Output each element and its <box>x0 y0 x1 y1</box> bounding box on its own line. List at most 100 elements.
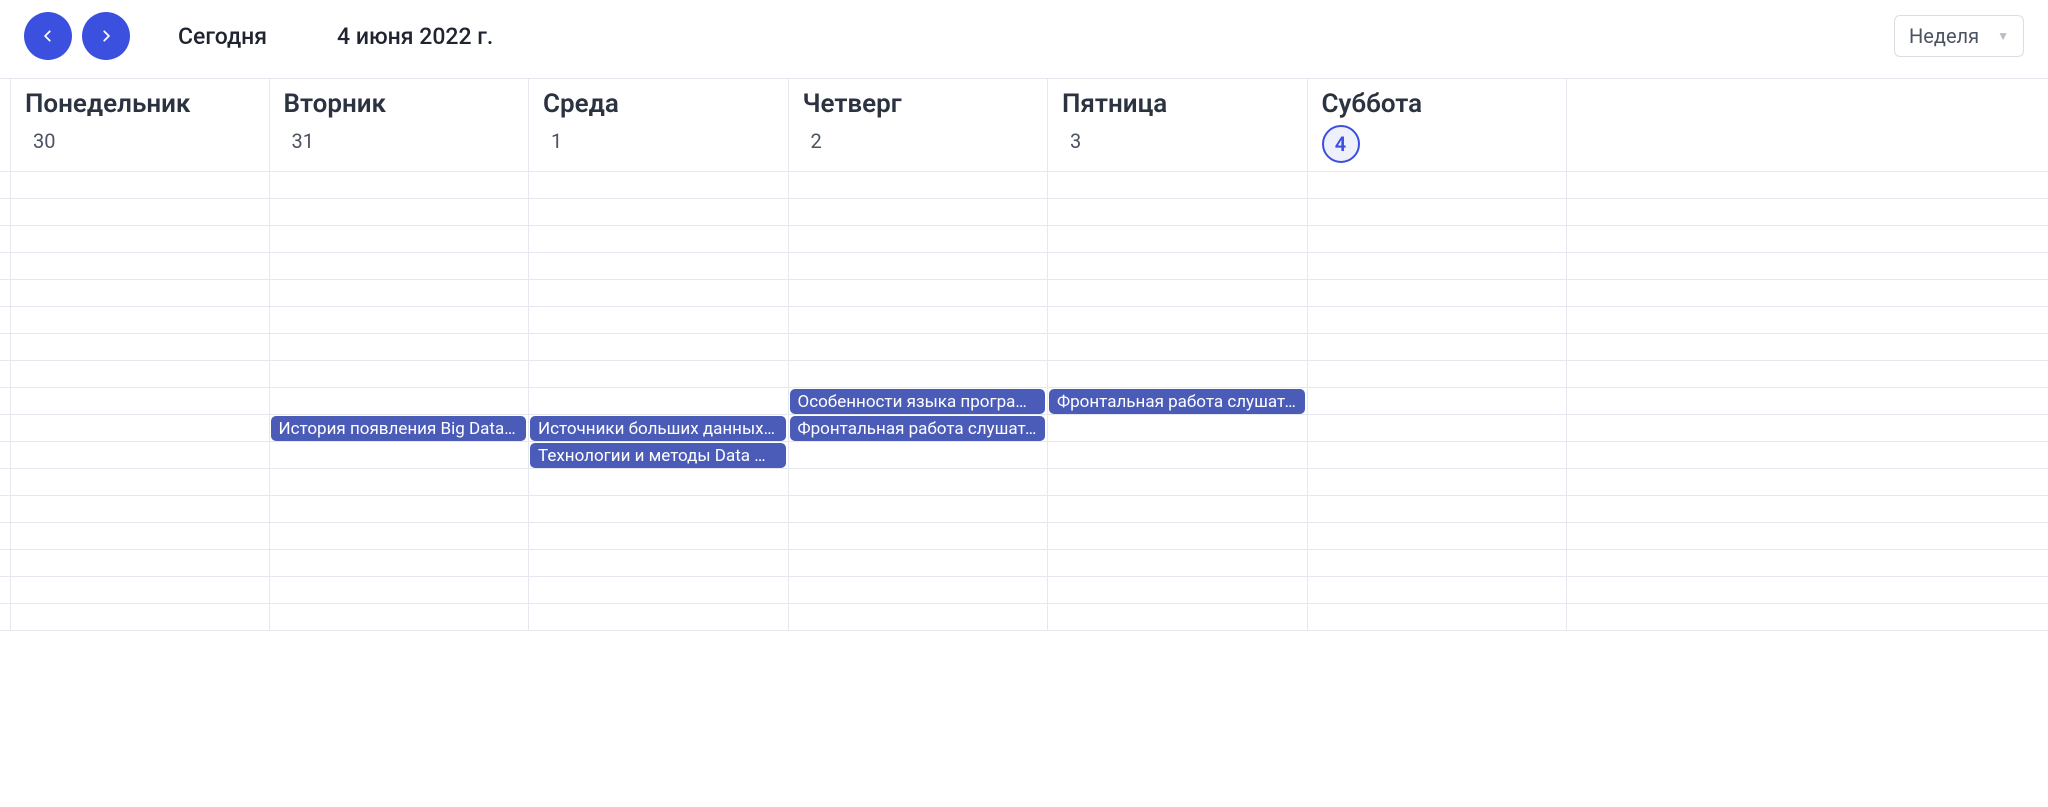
hour-cell[interactable] <box>10 496 270 522</box>
hour-cell[interactable] <box>1308 604 1568 630</box>
hour-cell[interactable] <box>1308 415 1568 441</box>
hour-cell[interactable] <box>1048 469 1308 495</box>
hour-cell[interactable] <box>270 469 530 495</box>
prev-button[interactable] <box>24 12 72 60</box>
view-select[interactable]: Неделя ▼ <box>1894 15 2024 57</box>
hour-cell[interactable] <box>529 199 789 225</box>
hour-cell[interactable] <box>10 226 270 252</box>
hour-cell[interactable] <box>789 523 1049 549</box>
hour-cell[interactable] <box>1048 442 1308 468</box>
hour-cell[interactable] <box>10 307 270 333</box>
hour-cell[interactable] <box>270 253 530 279</box>
hour-cell[interactable] <box>789 280 1049 306</box>
calendar-event[interactable]: Фронтальная работа слушателей в р... <box>1049 389 1305 414</box>
hour-cell[interactable] <box>529 361 789 387</box>
hour-cell[interactable] <box>789 442 1049 468</box>
hour-cell[interactable] <box>270 577 530 603</box>
hour-cell[interactable] <box>1308 550 1568 576</box>
hour-cell[interactable] <box>1308 199 1568 225</box>
hour-cell[interactable] <box>529 523 789 549</box>
hour-cell[interactable] <box>1308 307 1568 333</box>
hour-cell[interactable] <box>10 523 270 549</box>
hour-cell[interactable] <box>10 172 270 198</box>
hour-cell[interactable] <box>1308 388 1568 414</box>
hour-cell[interactable] <box>10 415 270 441</box>
hour-cell[interactable] <box>789 253 1049 279</box>
hour-cell[interactable] <box>10 550 270 576</box>
hour-cell[interactable] <box>529 577 789 603</box>
hour-cell[interactable] <box>1308 334 1568 360</box>
hour-cell[interactable] <box>270 307 530 333</box>
hour-cell[interactable] <box>789 361 1049 387</box>
hour-cell[interactable] <box>789 172 1049 198</box>
hour-cell[interactable] <box>270 226 530 252</box>
hour-cell[interactable] <box>270 523 530 549</box>
day-header[interactable]: Понедельник30 <box>10 79 270 171</box>
hour-cell[interactable] <box>270 199 530 225</box>
hour-cell[interactable] <box>529 334 789 360</box>
hour-cell[interactable] <box>10 442 270 468</box>
hour-cell[interactable] <box>1308 442 1568 468</box>
hour-cell[interactable] <box>529 604 789 630</box>
hour-cell[interactable] <box>270 361 530 387</box>
hour-cell[interactable] <box>789 469 1049 495</box>
hour-cell[interactable] <box>10 361 270 387</box>
hour-cell[interactable] <box>270 604 530 630</box>
hour-cell[interactable] <box>529 550 789 576</box>
hour-cell[interactable] <box>10 199 270 225</box>
hour-cell[interactable] <box>1308 172 1568 198</box>
day-header[interactable]: Четверг2 <box>789 79 1049 171</box>
hour-cell[interactable] <box>1308 469 1568 495</box>
hour-cell[interactable] <box>1048 604 1308 630</box>
hour-cell[interactable] <box>789 199 1049 225</box>
calendar-event[interactable]: Фронтальная работа слушателей в р... <box>790 416 1046 441</box>
hour-cell[interactable] <box>270 496 530 522</box>
calendar-event[interactable]: Особенности языка программирова... <box>790 389 1046 414</box>
hour-cell[interactable] <box>529 226 789 252</box>
hour-cell[interactable] <box>789 226 1049 252</box>
hour-cell[interactable] <box>529 496 789 522</box>
hour-cell[interactable] <box>789 604 1049 630</box>
hour-cell[interactable] <box>10 334 270 360</box>
hour-cell[interactable] <box>10 469 270 495</box>
hour-cell[interactable] <box>270 280 530 306</box>
hour-cell[interactable] <box>1048 496 1308 522</box>
hour-cell[interactable] <box>1308 523 1568 549</box>
calendar-event[interactable]: Источники больших данных. Типы. С... <box>530 416 786 441</box>
next-button[interactable] <box>82 12 130 60</box>
hour-cell[interactable] <box>1308 577 1568 603</box>
hour-cell[interactable] <box>1308 496 1568 522</box>
hour-cell[interactable] <box>529 172 789 198</box>
hour-cell[interactable] <box>270 388 530 414</box>
calendar-event[interactable]: История появления Big Data. Задачи... <box>271 416 527 441</box>
hour-cell[interactable] <box>270 172 530 198</box>
hour-cell[interactable] <box>270 550 530 576</box>
hour-cell[interactable] <box>1048 226 1308 252</box>
hour-cell[interactable] <box>529 280 789 306</box>
hour-cell[interactable] <box>789 334 1049 360</box>
hour-cell[interactable] <box>1308 253 1568 279</box>
hour-cell[interactable] <box>10 604 270 630</box>
hour-cell[interactable] <box>1308 361 1568 387</box>
today-button[interactable]: Сегодня <box>178 23 267 50</box>
hour-cell[interactable] <box>789 307 1049 333</box>
hour-cell[interactable] <box>1048 307 1308 333</box>
hour-cell[interactable] <box>10 577 270 603</box>
hour-cell[interactable] <box>789 496 1049 522</box>
hour-cell[interactable] <box>10 253 270 279</box>
day-header[interactable]: Вторник31 <box>270 79 530 171</box>
hour-cell[interactable] <box>529 307 789 333</box>
hour-cell[interactable] <box>1048 253 1308 279</box>
hour-cell[interactable] <box>1308 226 1568 252</box>
hour-cell[interactable] <box>529 388 789 414</box>
hour-cell[interactable] <box>789 577 1049 603</box>
hour-cell[interactable] <box>1048 415 1308 441</box>
hour-cell[interactable] <box>529 253 789 279</box>
hour-cell[interactable] <box>1048 334 1308 360</box>
hour-cell[interactable] <box>529 469 789 495</box>
hour-cell[interactable] <box>270 334 530 360</box>
hour-cell[interactable] <box>1048 550 1308 576</box>
hour-cell[interactable] <box>1048 577 1308 603</box>
day-header[interactable]: Пятница3 <box>1048 79 1308 171</box>
hour-cell[interactable] <box>270 442 530 468</box>
